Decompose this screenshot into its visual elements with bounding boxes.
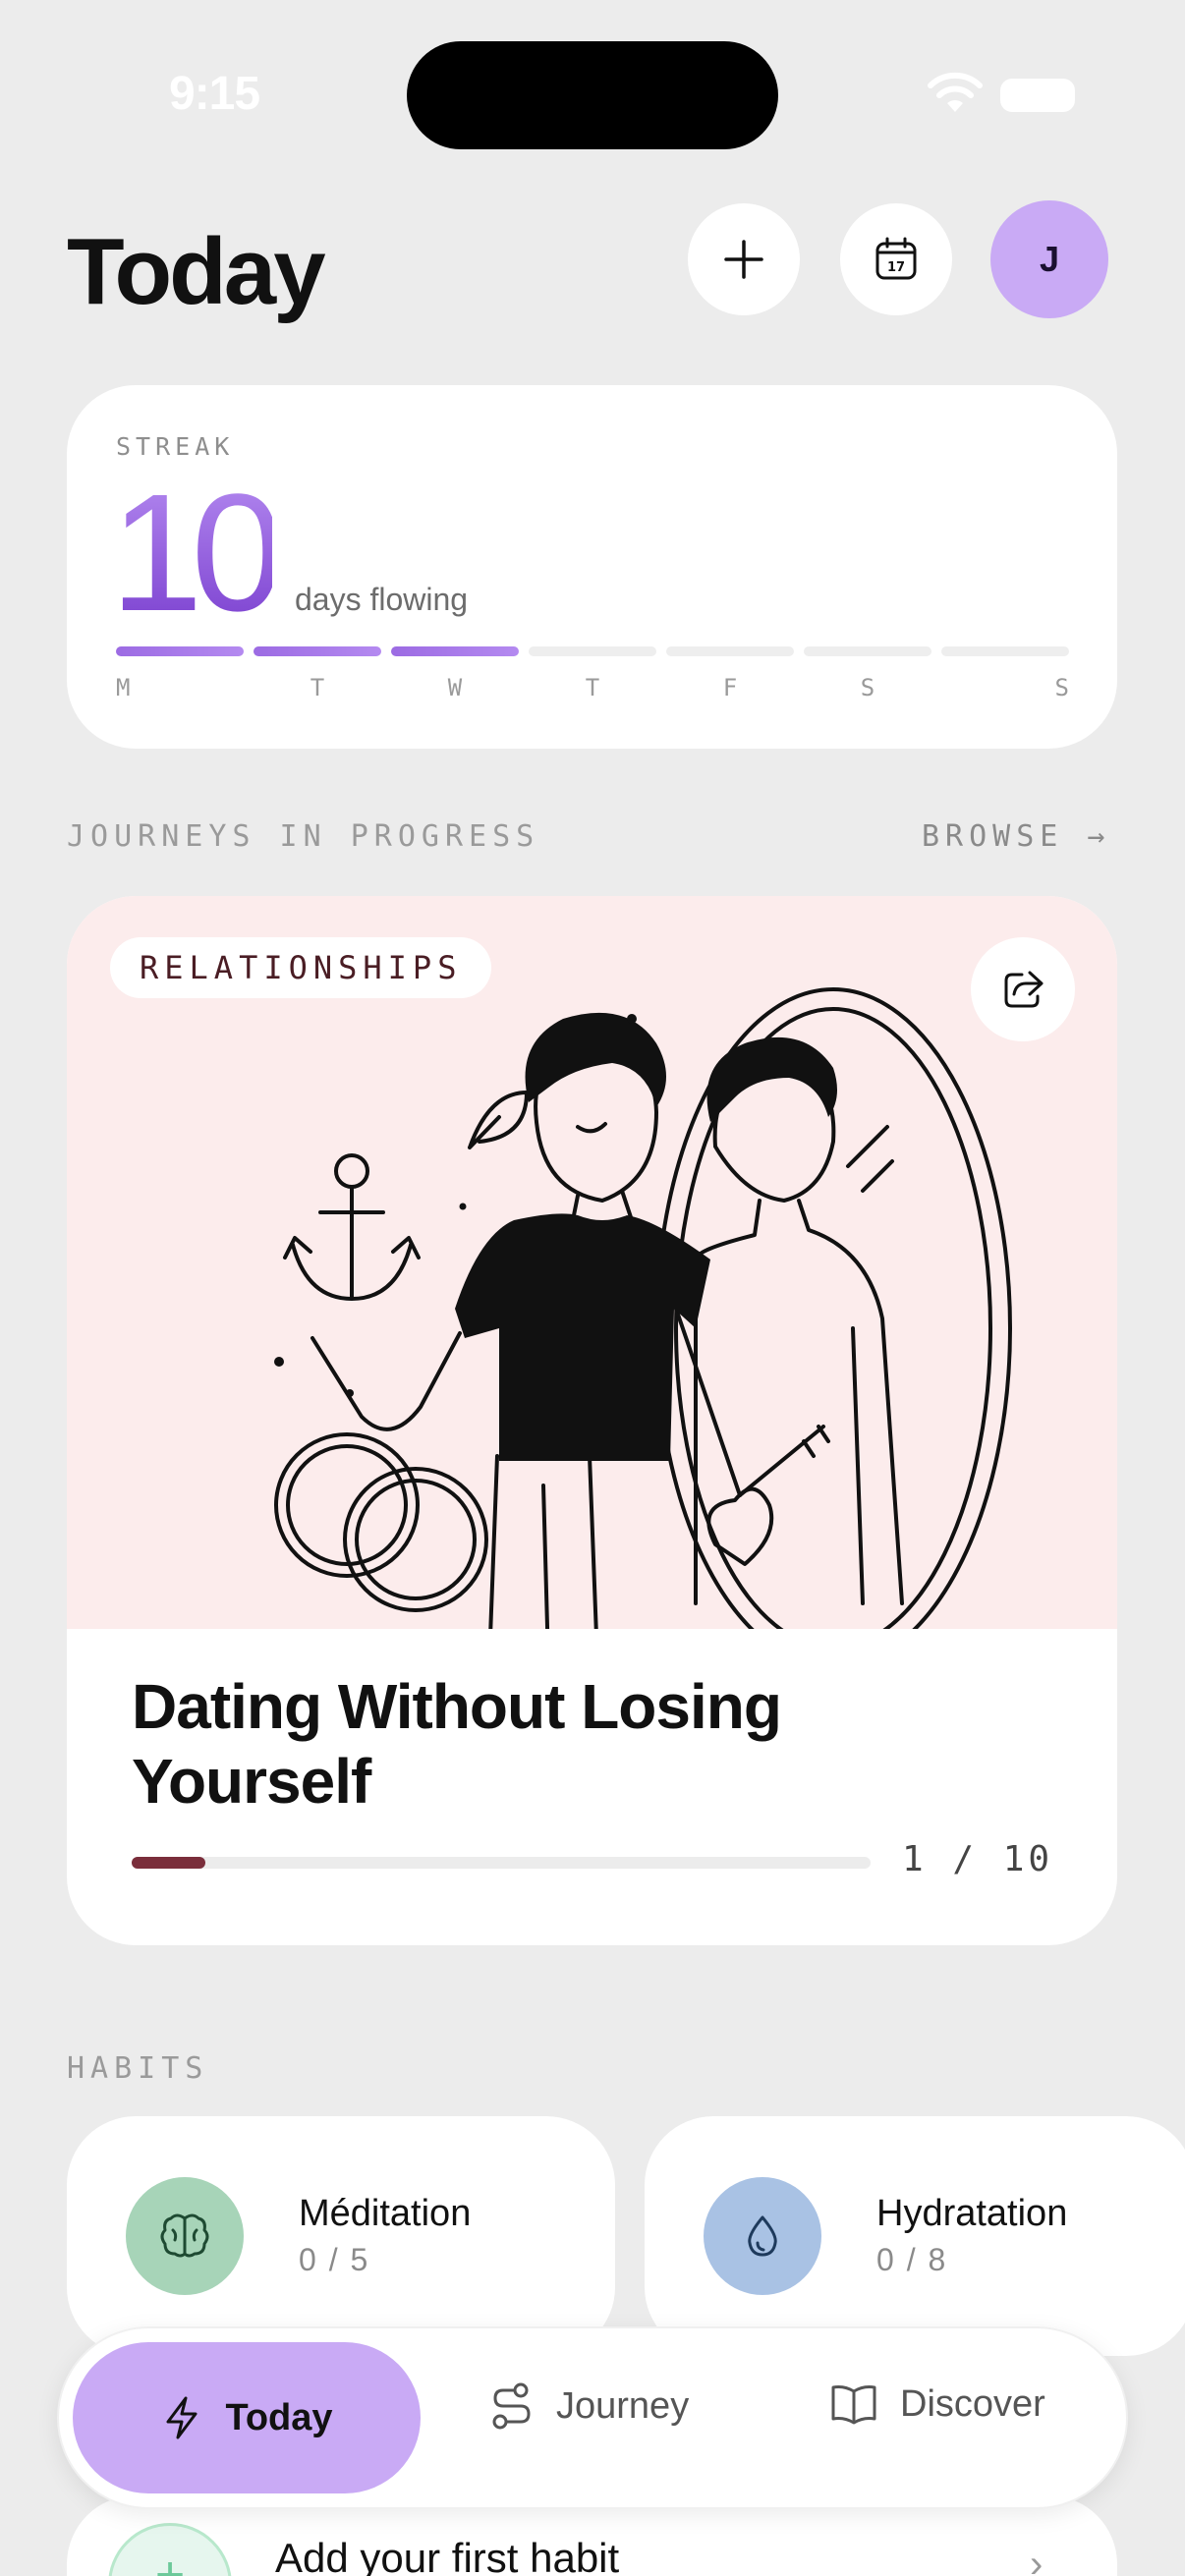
day-bar [254,646,381,656]
share-button[interactable] [971,937,1075,1041]
journeys-section-label: JOURNEYS IN PROGRESS [67,819,540,854]
nav-label-journey: Journey [556,2384,690,2427]
habit-name: Méditation [299,2193,472,2234]
browse-link[interactable]: BROWSE → [922,819,1111,854]
chevron-right-icon: › [1030,2543,1044,2576]
habit-count: 0 / 5 [299,2242,370,2277]
week-day: T [254,646,381,701]
week-day: T [529,646,656,701]
illustration-art [274,987,1012,1704]
journey-title: Dating Without Losing Yourself [132,1671,782,1817]
nav-item-today[interactable]: Today [73,2342,421,2493]
streak-card: STREAK 10 days flowing M T W T F S S [67,385,1117,749]
add-habit-label: Add your first habit [275,2535,620,2576]
nav-label-discover: Discover [900,2382,1045,2425]
route-icon [492,2382,531,2430]
journey-progress-count: 1 / 10 [902,1839,1054,1879]
day-letter: F [722,674,738,701]
day-bar [529,646,656,656]
nav-label-today: Today [225,2396,333,2438]
water-drop-icon [704,2177,821,2295]
day-bar [804,646,931,656]
wifi-icon [928,72,983,112]
journey-progress-fill [132,1857,206,1869]
day-letter: T [585,674,600,701]
add-habit-plus-icon: + [108,2523,232,2576]
journey-progress-bar [132,1857,871,1869]
journey-card[interactable]: RELATIONSHIPS Dating Without Losing Your… [67,896,1117,1945]
week-day: F [666,646,794,701]
habit-name: Hydratation [876,2193,1068,2234]
week-progress: M T W T F S S [116,646,1069,701]
habit-card-meditation[interactable]: Méditation 0 / 5 [67,2116,615,2356]
bottom-nav: Today Journey Discover [57,2326,1128,2509]
week-day: W [391,646,519,701]
week-day: M [116,646,244,701]
day-letter: M [116,674,131,701]
streak-unit: days flowing [295,582,469,617]
brain-icon [126,2177,244,2295]
streak-count: 10 [110,460,284,646]
streak-label: STREAK [116,432,235,461]
day-letter: S [1054,674,1069,701]
svg-text:17: 17 [887,260,905,275]
calendar-button[interactable]: 17 [840,203,952,315]
habit-card-hydratation[interactable]: Hydratation 0 / 8 [645,2116,1185,2356]
lightning-icon [166,2396,198,2439]
add-button[interactable] [688,203,800,315]
week-day: S [804,646,931,701]
calendar-icon: 17 [875,237,917,280]
book-icon [831,2385,876,2425]
week-day: S [941,646,1069,701]
dynamic-island [407,41,778,149]
habits-section-label: HABITS [67,2051,209,2086]
page-title: Today [67,219,326,324]
nav-item-discover[interactable]: Discover [829,2381,1045,2427]
day-letter: W [447,674,463,701]
battery-icon [1000,79,1075,112]
day-bar [666,646,794,656]
day-letter: S [860,674,875,701]
status-time: 9:15 [169,68,260,120]
habit-count: 0 / 8 [876,2242,948,2277]
day-bar [941,646,1069,656]
share-icon [1004,971,1044,1008]
nav-item-journey[interactable]: Journey [489,2381,689,2431]
day-bar [391,646,519,656]
avatar[interactable]: J [990,200,1108,318]
day-letter: T [310,674,325,701]
plus-icon [724,240,763,279]
day-bar [116,646,244,656]
journey-illustration [67,896,1117,1704]
journey-category-tag: RELATIONSHIPS [110,937,492,998]
